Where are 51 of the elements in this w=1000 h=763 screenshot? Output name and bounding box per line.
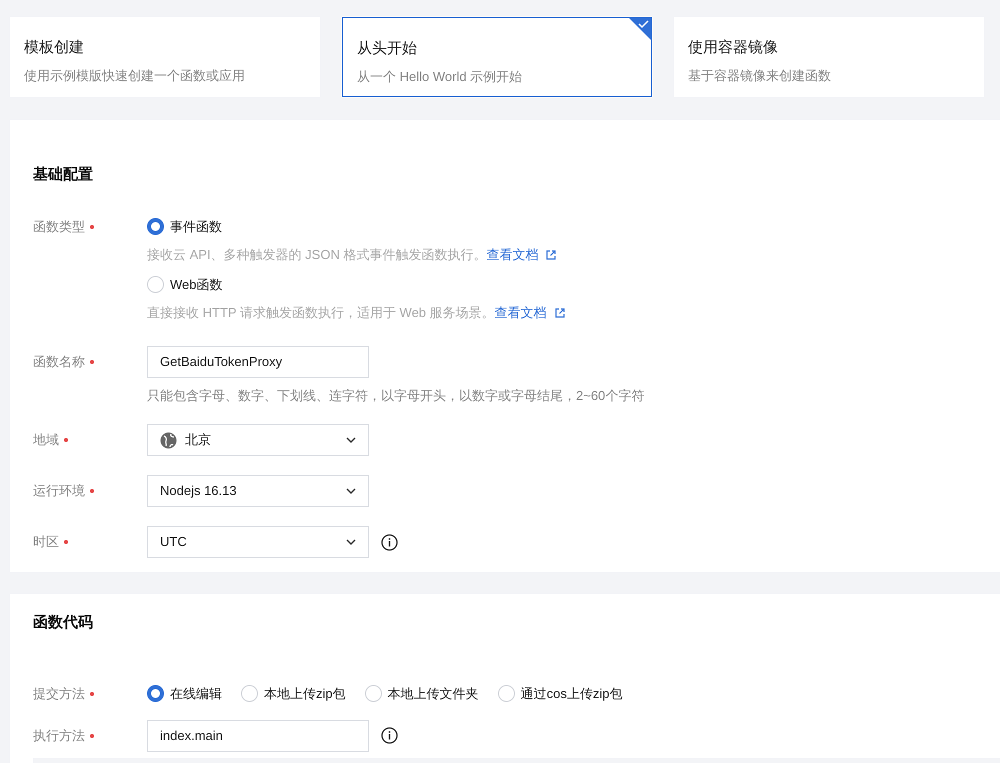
text-input[interactable]: index.main [147, 720, 369, 752]
radio-label[interactable]: 事件函数 [170, 216, 222, 236]
field-label: 函数类型 [33, 218, 85, 236]
option-description: 从一个 Hello World 示例开始 [357, 68, 524, 86]
creation-option-card[interactable]: 模板创建 使用示例模版快速创建一个函数或应用 [10, 17, 320, 97]
option-title: 使用容器镜像 [688, 38, 779, 58]
radio-unselected[interactable] [147, 276, 164, 293]
chevron-down-icon [346, 539, 356, 545]
option-description: 使用示例模版快速创建一个函数或应用 [24, 66, 246, 84]
select-dropdown[interactable]: 北京 [147, 424, 369, 456]
radio-label[interactable]: 本地上传zip包 [264, 684, 346, 704]
option-title: 模板创建 [24, 38, 85, 58]
select-value: UTC [160, 533, 187, 552]
section-title: 函数代码 [33, 613, 94, 633]
option-description: 基于容器镜像来创建函数 [688, 66, 832, 84]
external-link-icon[interactable] [554, 308, 565, 318]
radio-label[interactable]: Web函数 [170, 274, 222, 294]
option-title: 从头开始 [357, 39, 418, 59]
field-hint: 只能包含字母、数字、下划线、连字符，以字母开头，以数字或字母结尾，2~60个字符 [147, 386, 644, 404]
field-label: 函数名称 [33, 352, 85, 371]
radio-selected[interactable] [147, 218, 164, 235]
radio-label[interactable]: 通过cos上传zip包 [520, 684, 622, 704]
info-icon[interactable] [381, 727, 398, 744]
field-label: 地域 [33, 431, 59, 450]
creation-option-card[interactable]: 从头开始 从一个 Hello World 示例开始 [342, 17, 652, 97]
select-value: 北京 [185, 431, 211, 450]
radio-unselected[interactable] [241, 685, 258, 702]
selected-corner-check-icon [629, 18, 651, 40]
info-icon[interactable] [381, 534, 398, 550]
radio-label[interactable]: 本地上传文件夹 [388, 684, 479, 704]
chevron-down-icon [346, 488, 356, 494]
select-dropdown[interactable]: Nodejs 16.13 [147, 475, 369, 507]
text-input[interactable]: GetBaiduTokenProxy [147, 346, 369, 378]
section-title: 基础配置 [33, 165, 94, 185]
radio-label[interactable]: 在线编辑 [170, 684, 222, 704]
select-value: Nodejs 16.13 [160, 482, 237, 500]
docs-link[interactable]: 查看文档 [486, 244, 538, 264]
field-label: 执行方法 [33, 726, 85, 745]
select-dropdown[interactable]: UTC [147, 526, 369, 558]
option-description: 直接接收 HTTP 请求触发函数执行，适用于 Web 服务场景。 [147, 304, 495, 322]
field-label: 运行环境 [33, 482, 85, 500]
option-description: 接收云 API、多种触发器的 JSON 格式事件触发函数执行。 [147, 246, 486, 264]
field-label: 提交方法 [33, 684, 85, 703]
creation-option-card[interactable]: 使用容器镜像 基于容器镜像来创建函数 [674, 17, 984, 97]
external-link-icon[interactable] [546, 250, 556, 260]
radio-selected[interactable] [147, 685, 164, 702]
radio-unselected[interactable] [364, 685, 382, 702]
docs-link[interactable]: 查看文档 [494, 302, 547, 322]
chevron-down-icon [346, 437, 356, 443]
field-label: 时区 [33, 533, 59, 552]
radio-unselected[interactable] [498, 685, 515, 702]
